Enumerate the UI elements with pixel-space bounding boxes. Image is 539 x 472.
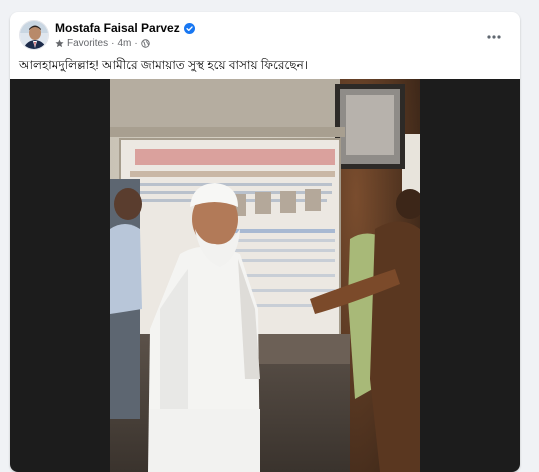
post-photo[interactable] [110,79,420,472]
feed-background-top [0,0,539,12]
meta-separator-2: · [134,38,138,49]
post-header: Mostafa Faisal Parvez Favorites · 4m · [19,20,511,60]
more-options-icon [487,35,501,39]
author-avatar[interactable] [19,20,49,50]
feed-post-card: Mostafa Faisal Parvez Favorites · 4m · আ… [10,12,520,472]
audience-label[interactable]: Favorites [67,38,108,49]
author-name-text[interactable]: Mostafa Faisal Parvez [55,21,180,35]
verified-badge-icon [183,23,195,35]
author-name[interactable]: Mostafa Faisal Parvez [55,21,195,35]
star-icon [55,39,64,48]
post-media[interactable] [10,79,520,472]
more-options-button[interactable] [483,26,505,48]
avatar-image [20,21,48,49]
photo-image [110,79,420,472]
post-timestamp[interactable]: 4m [117,38,131,49]
post-text: আলহামদুলিল্লাহ! আমীরে জামায়াত সুস্থ হয়… [19,58,309,72]
meta-separator: · [111,38,115,49]
globe-icon [141,39,150,48]
post-meta: Favorites · 4m · [55,38,150,49]
